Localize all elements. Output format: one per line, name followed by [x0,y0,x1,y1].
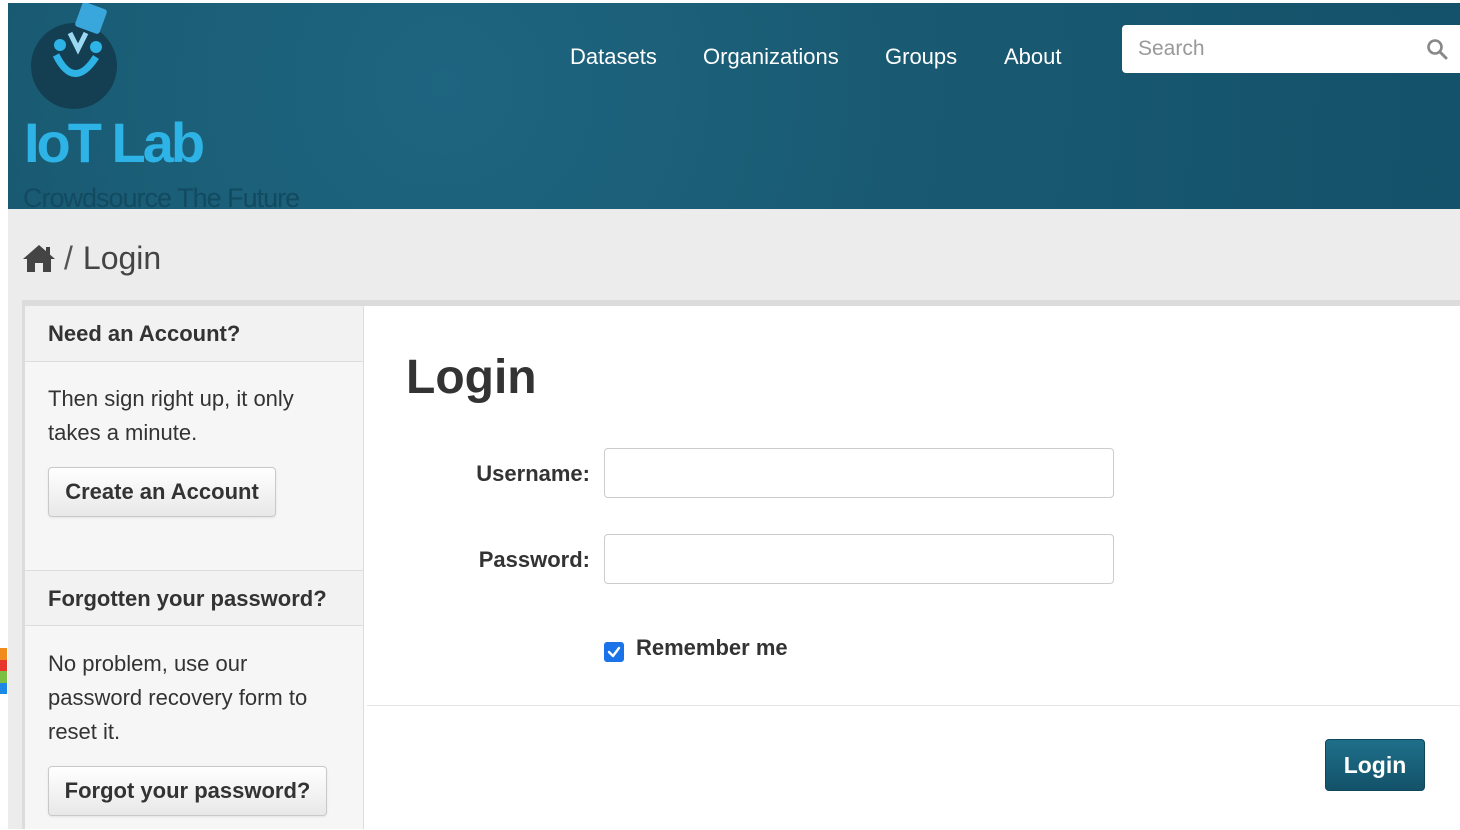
breadcrumb-current[interactable]: Login [83,240,161,277]
nav-item-groups[interactable]: Groups [885,42,957,72]
forgot-module-text: No problem, use our password recovery fo… [48,651,308,744]
form-actions: Login [367,705,1460,830]
remember-me[interactable]: Remember me [604,634,788,662]
username-label: Username: [476,461,590,486]
search-button[interactable] [1414,25,1460,73]
remember-me-label: Remember me [636,635,788,660]
search-input[interactable] [1122,25,1412,73]
nav-item-organizations[interactable]: Organizations [703,42,839,72]
checkmark-icon [607,646,621,658]
login-panel: Login Username: Password: Remember me Lo… [364,306,1460,830]
login-button[interactable]: Login [1325,739,1425,791]
site-logo[interactable]: IoT Lab Crowdsource The Future [22,3,302,213]
logo-title: IoT Lab [24,111,205,174]
forgot-module-heading: Forgotten your password? [25,570,363,626]
username-field[interactable] [604,448,1114,498]
forgot-password-button[interactable]: Forgot your password? [48,766,327,816]
content-wrapper: Need an Account? Then sign right up, it … [22,300,1460,830]
logo-tagline: Crowdsource The Future [23,183,300,213]
nav-item-datasets[interactable]: Datasets [570,42,657,72]
password-field[interactable] [604,534,1114,584]
page-title: Login [406,351,537,404]
search-icon [1427,39,1448,60]
breadcrumb: / Login [22,236,161,280]
account-module-heading: Need an Account? [25,306,363,362]
site-header: IoT Lab Crowdsource The Future Datasets … [8,3,1460,213]
nav-item-about[interactable]: About [1004,42,1062,72]
feedback-tab-widget[interactable] [0,648,7,694]
sidebar: Need an Account? Then sign right up, it … [25,306,364,829]
remember-me-checkbox[interactable] [604,642,624,662]
home-icon [23,245,55,272]
create-account-button[interactable]: Create an Account [48,467,276,517]
home-link[interactable] [22,243,56,273]
search-form [1122,25,1460,73]
breadcrumb-separator: / [64,239,73,276]
account-module-text: Then sign right up, it only takes a minu… [48,386,294,445]
password-label: Password: [478,547,590,572]
